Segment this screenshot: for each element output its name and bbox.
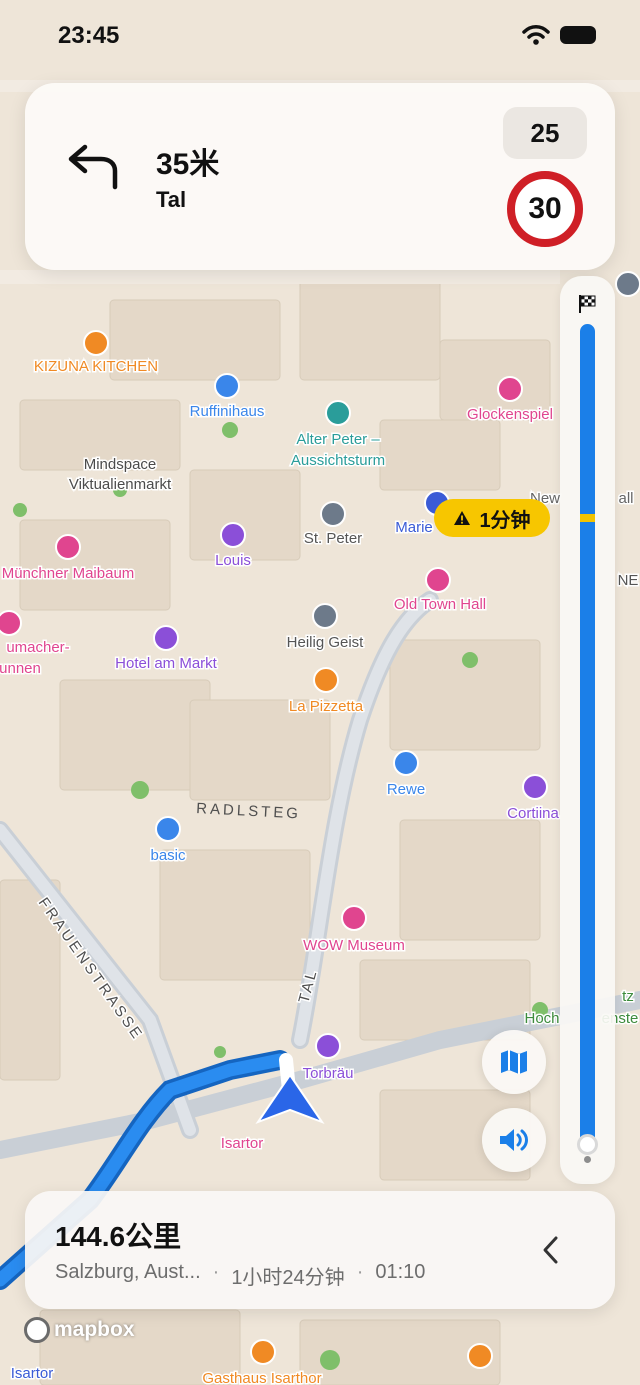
- poi-la-pizzetta[interactable]: La Pizzetta: [287, 697, 365, 717]
- poi-louis[interactable]: Louis: [214, 551, 253, 571]
- attraction-icon[interactable]: [497, 376, 523, 402]
- status-time: 23:45: [58, 22, 120, 49]
- church-icon[interactable]: [615, 271, 640, 297]
- poi-ruffinihaus[interactable]: Ruffinihaus: [188, 402, 266, 422]
- poi-ne[interactable]: NE: [616, 571, 640, 591]
- poi-heilig-geist[interactable]: Heilig Geist: [285, 633, 366, 653]
- attraction-icon[interactable]: [55, 534, 81, 560]
- poi-st-peter[interactable]: St. Peter: [302, 529, 363, 549]
- poi-wow-museum[interactable]: WOW Museum: [302, 936, 407, 956]
- poi-mindspace-2[interactable]: Viktualienmarkt: [67, 475, 173, 495]
- restaurant-icon[interactable]: [250, 1339, 276, 1365]
- separator: ·: [356, 1261, 364, 1283]
- poi-alter-peter[interactable]: Alter Peter –: [295, 430, 382, 450]
- trip-duration: 1小时24分钟: [231, 1267, 345, 1289]
- poi-umacher[interactable]: umacher-: [5, 638, 71, 658]
- maneuver-banner[interactable]: 35米 Tal 25 30: [25, 83, 615, 270]
- route-overview-button[interactable]: [482, 1030, 546, 1094]
- poi-hotel-am-markt[interactable]: Hotel am Markt: [114, 654, 220, 674]
- mapbox-logo[interactable]: mapbox: [24, 1317, 135, 1343]
- restaurant-icon[interactable]: [83, 330, 109, 356]
- trip-summary-panel[interactable]: 144.6公里 Salzburg, Aust... · 1小时24分钟 · 01…: [25, 1191, 615, 1309]
- poi-torbraeu[interactable]: Torbräu: [301, 1064, 355, 1084]
- checkered-flag-icon: [579, 295, 596, 313]
- church-icon[interactable]: [312, 603, 338, 629]
- battery-icon: [560, 26, 596, 44]
- mapbox-mark-icon: [24, 1317, 50, 1343]
- trip-eta: 01:10: [375, 1261, 426, 1283]
- traffic-delay-label: 1分钟: [479, 509, 531, 532]
- poi-rewe[interactable]: Rewe: [385, 780, 426, 800]
- poi-alter-peter-2[interactable]: Aussichtsturm: [289, 451, 386, 471]
- poi-all[interactable]: all: [617, 489, 635, 509]
- grocery-icon[interactable]: [393, 750, 419, 776]
- poi-old-town-hall[interactable]: Old Town Hall: [392, 595, 487, 615]
- progress-position-knob: [577, 1134, 598, 1155]
- poi-isartor-station[interactable]: Isartor: [9, 1364, 55, 1384]
- wifi-icon: [522, 25, 550, 45]
- status-bar: 23:45: [0, 0, 640, 70]
- poi-basic[interactable]: basic: [149, 846, 188, 866]
- maneuver-street: Tal: [156, 187, 187, 212]
- route-progress-bar: [560, 276, 615, 1184]
- hotel-icon[interactable]: [522, 774, 548, 800]
- poi-unnen[interactable]: unnen: [0, 659, 42, 679]
- trip-destination: Salzburg, Aust...: [55, 1261, 201, 1283]
- hotel-icon[interactable]: [153, 625, 179, 651]
- audio-toggle-button[interactable]: [482, 1108, 546, 1172]
- traffic-incident-marker: [580, 514, 595, 522]
- current-speed: 25: [503, 107, 587, 159]
- progress-start-dot: [584, 1156, 591, 1163]
- mapbox-wordmark: mapbox: [54, 1318, 135, 1341]
- attraction-icon[interactable]: [425, 567, 451, 593]
- chevron-left-icon[interactable]: [541, 1235, 561, 1265]
- poi-marie[interactable]: Marie: [394, 518, 435, 538]
- poi-isartor[interactable]: Isartor: [219, 1134, 265, 1154]
- poi-hoch[interactable]: Hoch: [523, 1009, 561, 1029]
- poi-tz[interactable]: tz: [621, 987, 636, 1007]
- poi-muenchner-maibaum[interactable]: Münchner Maibaum: [0, 564, 136, 584]
- warning-icon: [454, 511, 471, 525]
- trip-details: Salzburg, Aust... · 1小时24分钟 · 01:10: [55, 1261, 425, 1290]
- map-icon: [501, 1050, 527, 1074]
- poi-mindspace[interactable]: Mindspace: [82, 455, 158, 475]
- restaurant-icon[interactable]: [467, 1343, 493, 1369]
- speed-limit-sign: 30: [507, 171, 583, 247]
- shop-icon[interactable]: [214, 373, 240, 399]
- restaurant-icon[interactable]: [313, 667, 339, 693]
- church-icon[interactable]: [320, 501, 346, 527]
- maneuver-distance: 35米: [156, 148, 220, 181]
- traffic-delay-badge[interactable]: 1分钟: [434, 499, 550, 537]
- hotel-icon[interactable]: [315, 1033, 341, 1059]
- poi-glockenspiel[interactable]: Glockenspiel: [466, 405, 555, 425]
- attraction-icon[interactable]: [0, 610, 22, 636]
- hotel-icon[interactable]: [220, 522, 246, 548]
- separator: ·: [212, 1261, 220, 1283]
- viewpoint-icon[interactable]: [325, 400, 351, 426]
- route-progress-track: [580, 324, 595, 1144]
- poi-kizuna-kitchen[interactable]: KIZUNA KITCHEN: [32, 357, 159, 377]
- speaker-icon: [500, 1129, 528, 1151]
- poi-cortiina[interactable]: Cortiina: [506, 804, 561, 824]
- turn-left-arrow-icon: [68, 144, 118, 190]
- trip-total-distance: 144.6公里: [55, 1221, 182, 1252]
- grocery-icon[interactable]: [155, 816, 181, 842]
- museum-icon[interactable]: [341, 905, 367, 931]
- poi-gasthaus-isarthor[interactable]: Gasthaus Isarthor: [201, 1369, 323, 1385]
